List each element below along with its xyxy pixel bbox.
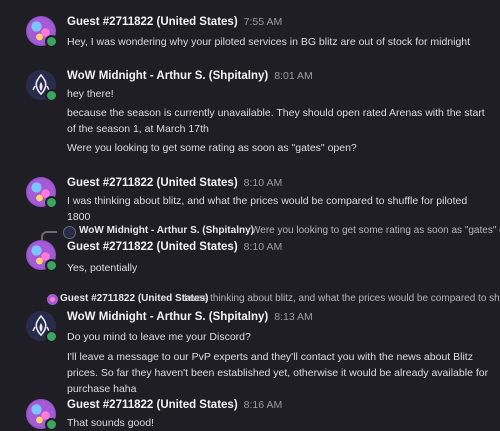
guest-avatar[interactable] — [26, 399, 58, 431]
reply-text: I was thinking about blitz, and what the… — [184, 293, 500, 304]
author-name[interactable]: Guest #2711822 (United States) — [67, 399, 238, 411]
message-text: hey there! — [67, 88, 114, 100]
message-author[interactable]: WoW Midnight - Arthur S. (Shpitalny) 8:01… — [67, 70, 313, 82]
message-text: Do you mind to leave me your Discord? — [67, 331, 251, 343]
message-text: I was thinking about blitz, and what the… — [67, 195, 468, 223]
author-name[interactable]: Guest #2711822 (United States) — [67, 241, 238, 253]
reply-preview[interactable]: WoW Midnight - Arthur S. (Shpitalny) Wer… — [0, 224, 500, 240]
message-text: Were you looking to get some rating as s… — [67, 142, 357, 154]
guest-avatar[interactable] — [26, 240, 58, 272]
online-status-icon — [45, 330, 58, 343]
reply-avatar — [63, 226, 76, 239]
author-name[interactable]: Guest #2711822 (United States) — [67, 16, 238, 28]
message-author[interactable]: Guest #2711822 (United States) 8:10 AM — [67, 241, 282, 253]
message-text: I'll leave a message to our PvP experts … — [67, 351, 489, 395]
author-name[interactable]: Guest #2711822 (United States) — [67, 177, 238, 189]
online-status-icon — [45, 89, 58, 102]
message-author[interactable]: Guest #2711822 (United States) 8:10 AM — [67, 177, 282, 189]
message-text: Hey, I was wondering why your piloted se… — [67, 36, 471, 48]
message-text: Yes, potentially — [67, 262, 138, 274]
reply-avatar — [47, 294, 58, 305]
reply-preview[interactable]: Guest #2711822 (United States) I was thi… — [0, 292, 500, 308]
reply-arrow-icon — [41, 231, 57, 240]
message-author[interactable]: Guest #2711822 (United States) 7:55 AM — [67, 16, 282, 28]
message-author[interactable]: Guest #2711822 (United States) 8:16 AM — [67, 399, 282, 411]
message-author[interactable]: WoW Midnight - Arthur S. (Shpitalny) 8:13… — [67, 311, 313, 323]
message-timestamp: 8:13 AM — [274, 311, 313, 323]
reply-text: Were you looking to get some rating as s… — [251, 225, 500, 236]
guest-avatar[interactable] — [26, 16, 58, 48]
online-status-icon — [45, 196, 58, 209]
message-timestamp: 8:01 AM — [274, 70, 313, 82]
online-status-icon — [45, 35, 58, 48]
message-text: That sounds good! — [67, 417, 154, 429]
guest-avatar[interactable] — [26, 177, 58, 209]
message-text: because the season is currently unavaila… — [67, 107, 485, 135]
author-name[interactable]: WoW Midnight - Arthur S. (Shpitalny) — [67, 311, 268, 323]
message-timestamp: 8:16 AM — [243, 399, 283, 411]
online-status-icon — [45, 259, 58, 272]
chat-log: Guest #2711822 (United States) 7:55 AM He… — [0, 0, 500, 431]
message-timestamp: 8:10 AM — [243, 177, 283, 189]
message-timestamp: 8:10 AM — [243, 241, 283, 253]
staff-avatar[interactable] — [26, 70, 58, 102]
message-timestamp: 7:55 AM — [243, 16, 283, 28]
staff-avatar[interactable] — [26, 311, 58, 343]
reply-author[interactable]: WoW Midnight - Arthur S. (Shpitalny) — [79, 225, 254, 236]
online-status-icon — [45, 418, 58, 431]
author-name[interactable]: WoW Midnight - Arthur S. (Shpitalny) — [67, 70, 268, 82]
